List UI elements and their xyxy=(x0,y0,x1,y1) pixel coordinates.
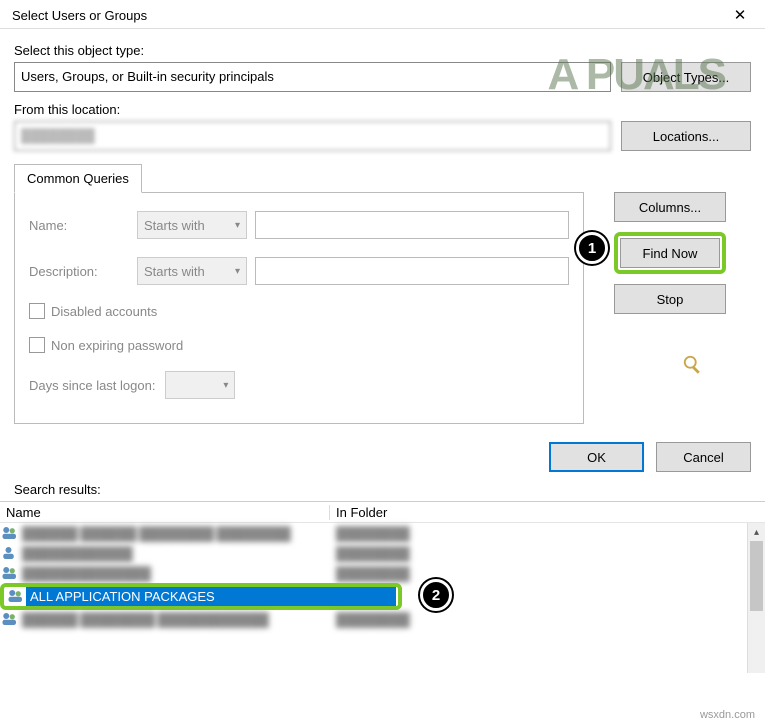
disabled-accounts-label: Disabled accounts xyxy=(51,304,157,319)
disabled-accounts-checkbox[interactable] xyxy=(29,303,45,319)
result-row[interactable]: ████████████ ████████ xyxy=(0,543,765,563)
annotation-step-1: 1 xyxy=(576,232,608,264)
cancel-button[interactable]: Cancel xyxy=(656,442,751,472)
find-now-button[interactable]: Find Now xyxy=(620,238,720,268)
chevron-down-icon: ▾ xyxy=(235,266,240,277)
group-icon xyxy=(0,611,20,627)
object-type-field[interactable]: Users, Groups, or Built-in security prin… xyxy=(14,62,611,92)
titlebar: Select Users or Groups ✕ xyxy=(0,0,765,29)
scroll-thumb[interactable] xyxy=(750,541,763,611)
non-expiring-label: Non expiring password xyxy=(51,338,183,353)
locations-button[interactable]: Locations... xyxy=(621,121,751,151)
attribution: wsxdn.com xyxy=(700,709,755,721)
close-icon[interactable]: ✕ xyxy=(725,6,755,24)
column-in-folder[interactable]: In Folder xyxy=(330,505,765,520)
find-now-highlight: Find Now xyxy=(614,232,726,274)
result-row[interactable]: ██████ ██████ ████████ ████████ ████████ xyxy=(0,523,765,543)
stop-button[interactable]: Stop xyxy=(614,284,726,314)
desc-match-combo[interactable]: Starts with ▾ xyxy=(137,257,247,285)
scrollbar[interactable]: ▴ xyxy=(747,523,765,673)
non-expiring-checkbox[interactable] xyxy=(29,337,45,353)
columns-button[interactable]: Columns... xyxy=(614,192,726,222)
chevron-down-icon: ▾ xyxy=(235,220,240,231)
days-since-combo[interactable]: ▾ xyxy=(165,371,235,399)
ok-button[interactable]: OK xyxy=(549,442,644,472)
watermark: A PUALS xyxy=(548,50,726,100)
group-icon xyxy=(0,525,20,541)
search-results-label: Search results: xyxy=(14,482,765,497)
column-name[interactable]: Name xyxy=(0,505,330,520)
result-row-selected[interactable]: ALL APPLICATION PACKAGES 2 xyxy=(0,583,765,609)
from-location-label: From this location: xyxy=(14,102,751,117)
result-row[interactable]: ██████ ████████ ████████████ ████████ xyxy=(0,609,765,629)
name-input[interactable] xyxy=(255,211,569,239)
search-icon xyxy=(680,354,706,376)
days-since-label: Days since last logon: xyxy=(29,378,155,393)
description-input[interactable] xyxy=(255,257,569,285)
results-header: Name In Folder xyxy=(0,501,765,523)
name-label: Name: xyxy=(29,218,129,233)
window-title: Select Users or Groups xyxy=(12,8,147,23)
scroll-up-icon[interactable]: ▴ xyxy=(748,523,765,541)
description-label: Description: xyxy=(29,264,129,279)
common-queries-panel: Name: Starts with ▾ Description: Starts … xyxy=(14,192,584,424)
selected-highlight: ALL APPLICATION PACKAGES xyxy=(0,583,402,610)
group-icon xyxy=(6,588,26,604)
name-match-combo[interactable]: Starts with ▾ xyxy=(137,211,247,239)
result-row[interactable]: ██████████████ ████████ xyxy=(0,563,765,583)
chevron-down-icon: ▾ xyxy=(223,380,228,391)
user-icon xyxy=(0,545,20,561)
location-field[interactable]: ████████ xyxy=(14,121,611,151)
results-list: ██████ ██████ ████████ ████████ ████████… xyxy=(0,523,765,629)
annotation-step-2: 2 xyxy=(420,579,452,611)
tab-common-queries[interactable]: Common Queries xyxy=(14,164,142,193)
group-icon xyxy=(0,565,20,581)
